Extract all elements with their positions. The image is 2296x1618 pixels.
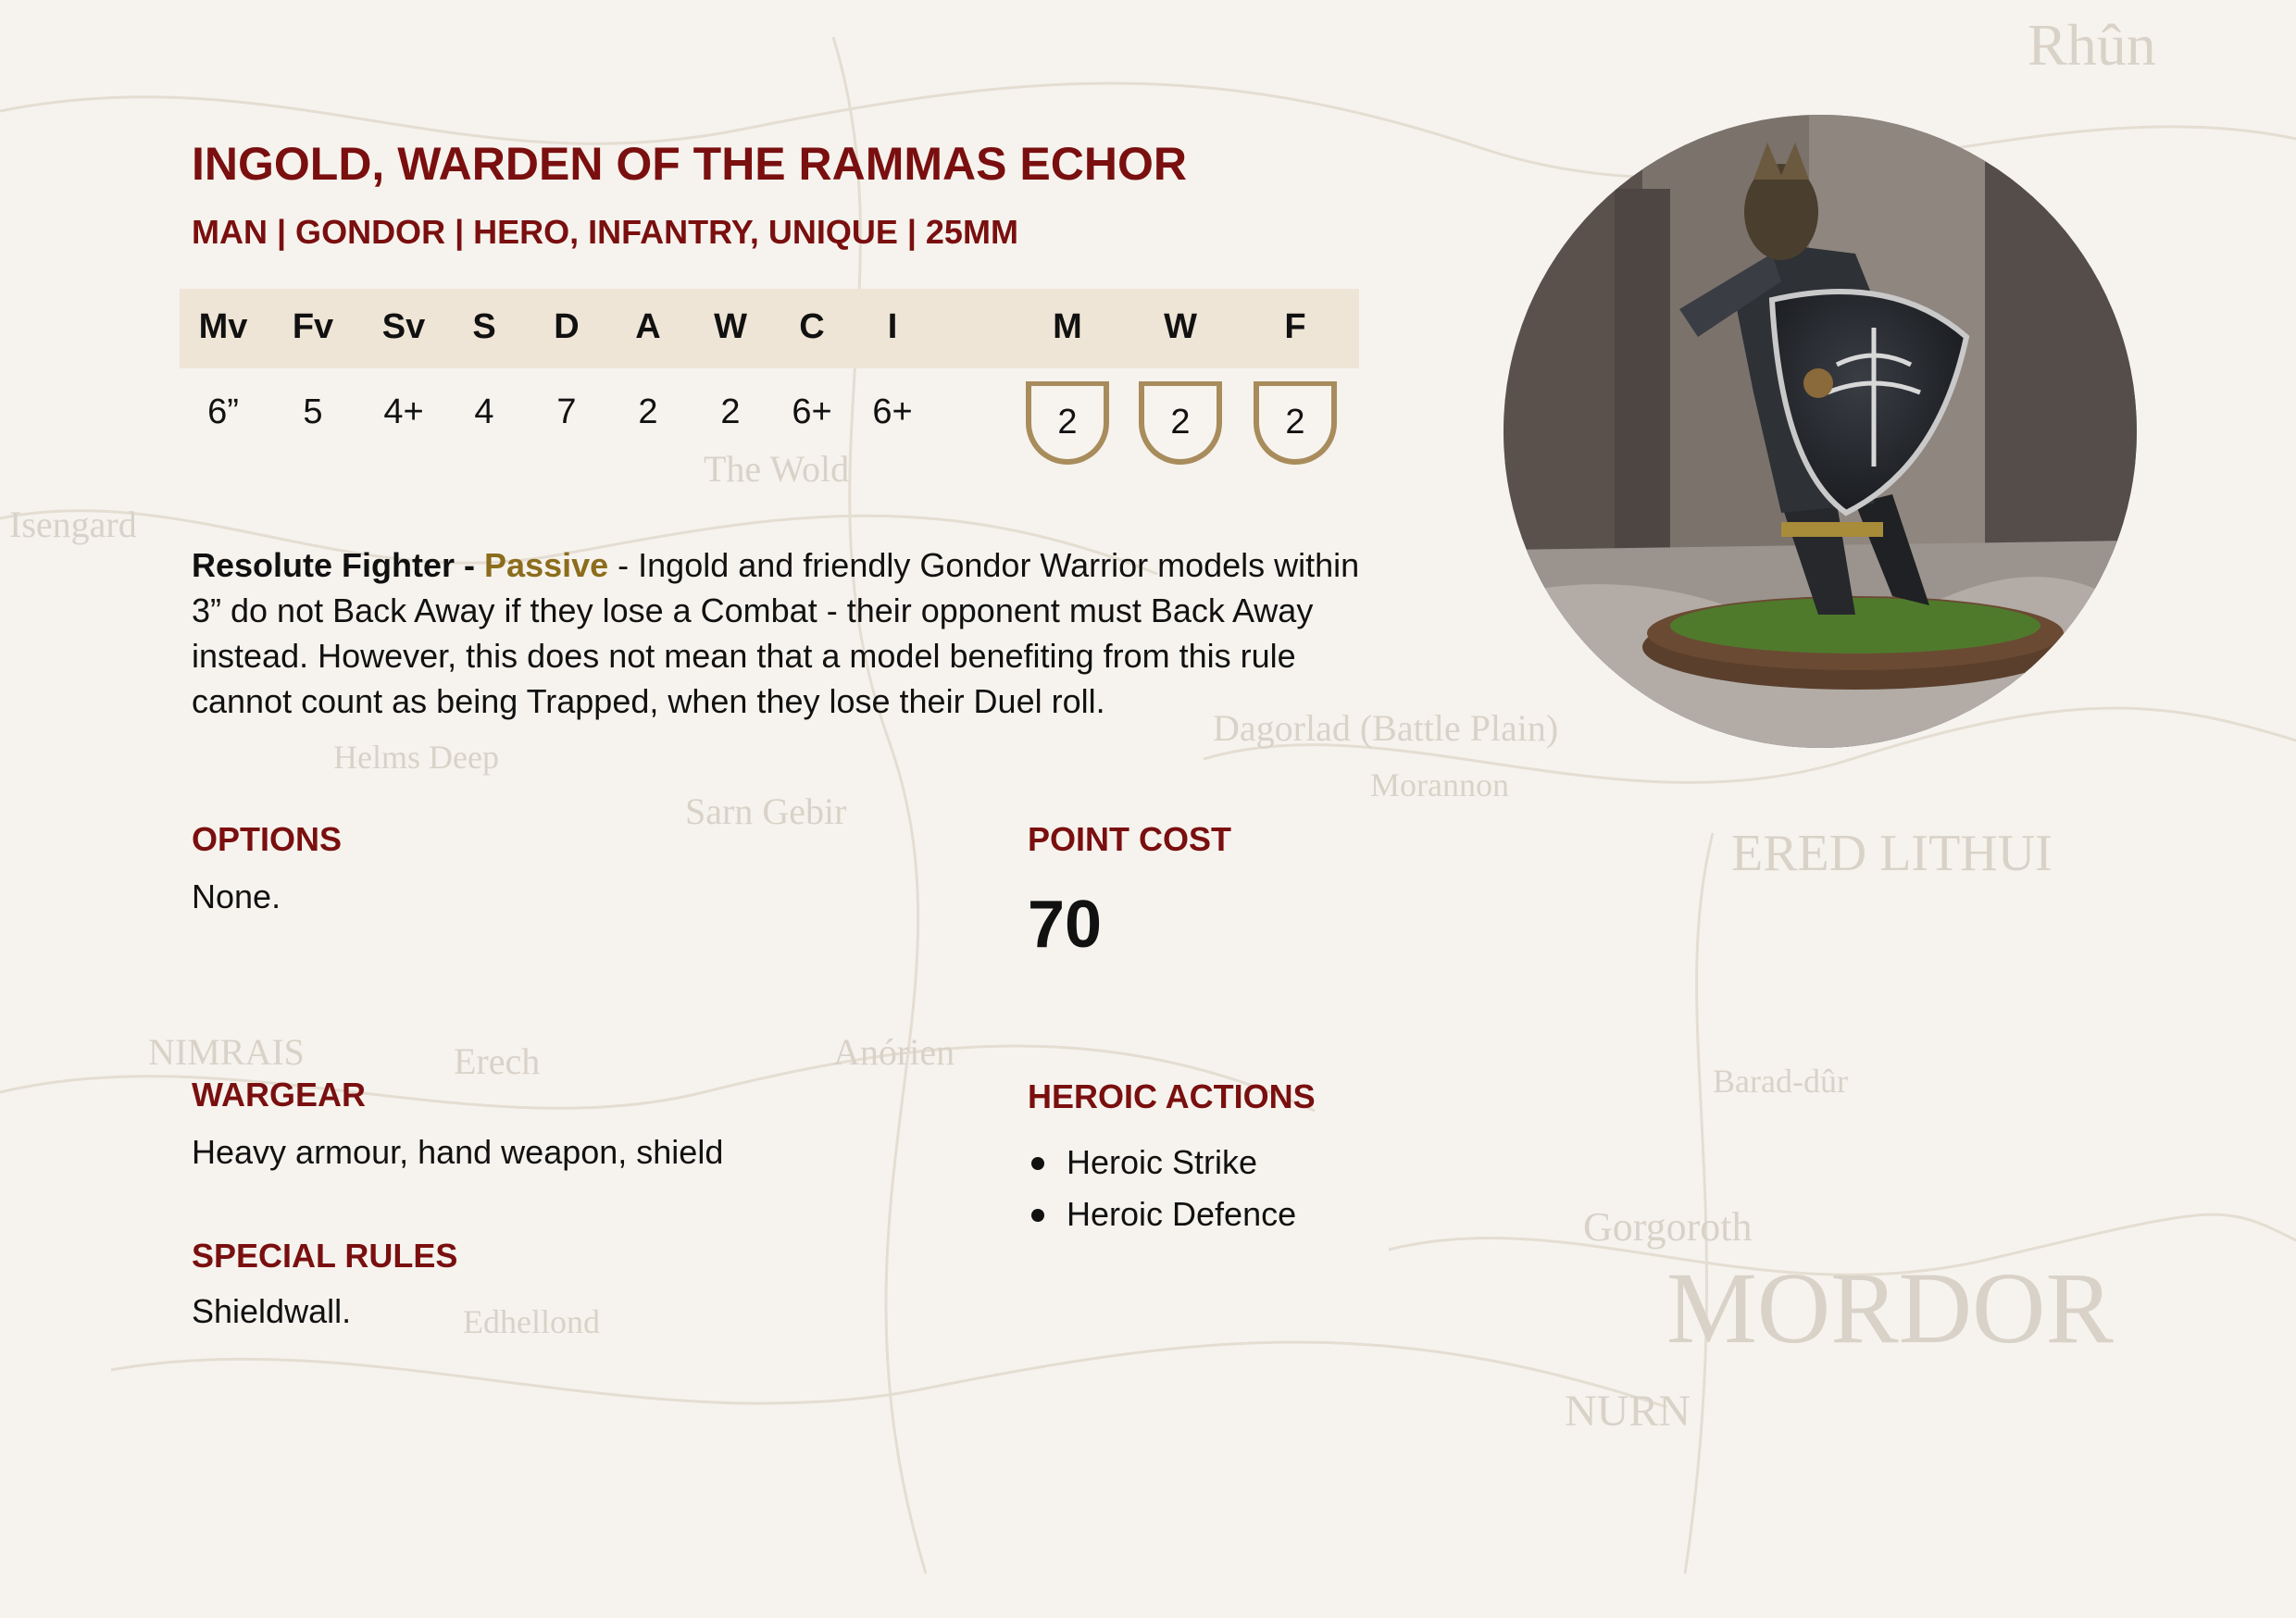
stat-value-i: 6+ bbox=[872, 392, 913, 431]
profile-keywords: MAN | GONDOR | HERO, INFANTRY, UNIQUE | … bbox=[192, 213, 1018, 251]
point-cost-heading: POINT COST bbox=[1028, 820, 1232, 858]
map-label: Isengard bbox=[9, 504, 137, 545]
stat-header-s: S bbox=[472, 307, 496, 346]
fate-badge: 2 bbox=[1254, 381, 1337, 465]
list-item: Heroic Strike bbox=[1028, 1137, 1296, 1189]
map-label: Anórien bbox=[833, 1031, 955, 1073]
map-label: Rhûn bbox=[2028, 12, 2156, 78]
map-label: Sarn Gebir bbox=[685, 790, 846, 832]
options-text: None. bbox=[192, 877, 281, 915]
miniature-portrait bbox=[1504, 115, 2137, 748]
map-label: Helms Deep bbox=[333, 739, 499, 776]
map-label: Gorgoroth bbox=[1583, 1204, 1753, 1250]
stat-value-mv: 6” bbox=[207, 392, 239, 431]
will-badge: 2 bbox=[1139, 381, 1222, 465]
stats-header-bar: Mv Fv Sv S D A W C I M W F bbox=[180, 289, 1359, 368]
stat-value-s: 4 bbox=[474, 392, 494, 431]
map-label: NURN bbox=[1565, 1387, 1691, 1436]
heroic-actions-list: Heroic Strike Heroic Defence bbox=[1028, 1137, 1296, 1240]
rule-name: Resolute Fighter - bbox=[192, 546, 485, 584]
stat-header-mv: Mv bbox=[198, 307, 248, 346]
special-rules-heading: SPECIAL RULES bbox=[192, 1237, 458, 1275]
stat-value-c: 6+ bbox=[792, 392, 832, 431]
map-label: Edhellond bbox=[463, 1303, 600, 1340]
stats-values-row: 6” 5 4+ 4 7 2 2 6+ 6+ 2 2 2 bbox=[180, 368, 1359, 479]
heroic-header-will: W bbox=[1164, 307, 1197, 346]
stat-value-sv: 4+ bbox=[383, 392, 424, 431]
map-label: Erech bbox=[454, 1040, 540, 1082]
stat-header-c: C bbox=[799, 307, 825, 346]
heroic-actions-heading: HEROIC ACTIONS bbox=[1028, 1077, 1316, 1115]
special-rules-text: Shieldwall. bbox=[192, 1292, 352, 1330]
resolute-fighter-rule: Resolute Fighter - Passive - Ingold and … bbox=[192, 542, 1395, 724]
map-label: MORDOR bbox=[1666, 1251, 2114, 1364]
stat-header-fv: Fv bbox=[292, 307, 334, 346]
might-badge: 2 bbox=[1026, 381, 1109, 465]
stat-value-d: 7 bbox=[556, 392, 577, 431]
map-label: NIMRAIS bbox=[148, 1031, 305, 1073]
heroic-header-might: M bbox=[1053, 307, 1082, 346]
miniature-photo bbox=[1504, 115, 2137, 748]
map-label: Barad-dûr bbox=[1713, 1063, 1848, 1100]
stat-value-a: 2 bbox=[638, 392, 658, 431]
stat-header-a: A bbox=[635, 307, 661, 346]
stat-header-d: D bbox=[554, 307, 580, 346]
stat-header-i: I bbox=[887, 307, 898, 346]
list-item: Heroic Defence bbox=[1028, 1189, 1296, 1240]
profile-title: INGOLD, WARDEN OF THE RAMMAS ECHOR bbox=[192, 138, 1187, 190]
rule-type-passive: Passive bbox=[484, 546, 609, 584]
stat-header-w: W bbox=[714, 307, 747, 346]
map-label: ERED LITHUI bbox=[1731, 825, 2053, 882]
point-cost-value: 70 bbox=[1028, 888, 1103, 962]
map-label: Morannon bbox=[1370, 766, 1509, 803]
options-heading: OPTIONS bbox=[192, 820, 343, 858]
stat-value-fv: 5 bbox=[303, 392, 323, 431]
stat-header-sv: Sv bbox=[381, 307, 426, 346]
wargear-heading: WARGEAR bbox=[192, 1076, 366, 1114]
stat-value-w: 2 bbox=[720, 392, 741, 431]
wargear-text: Heavy armour, hand weapon, shield bbox=[192, 1133, 724, 1171]
heroic-header-fate: F bbox=[1284, 307, 1306, 346]
